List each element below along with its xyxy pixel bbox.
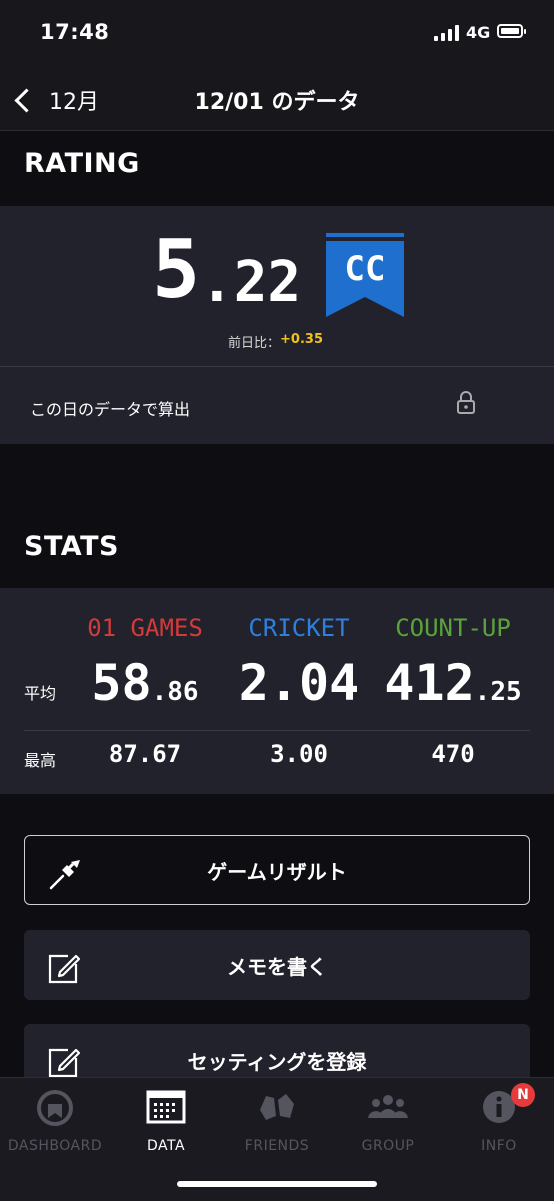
network-label: 4G [466,23,491,42]
divider [24,730,530,731]
page-title: 12/01 のデータ [194,90,360,115]
calc-basis-label: この日のデータで算出 [30,400,191,419]
rating-value-int: 5 [152,223,201,316]
home-indicator[interactable] [177,1181,377,1187]
tab-label: FRIENDS [244,1138,310,1154]
edit-icon [48,954,81,984]
tab-label: GROUP [361,1138,415,1154]
rating-section-title: RATING [24,148,140,179]
diff-value: +0.35 [280,332,323,347]
tab-data[interactable]: DATA [111,1088,221,1154]
dashboard-icon [37,1090,73,1126]
game-result-label: ゲームリザルト [207,859,347,884]
max-row-label: 最高 [24,751,57,770]
stat-col-countup: COUNT-UP [395,614,511,642]
friends-icon [260,1094,294,1120]
stat-max-countup: 470 [431,740,475,768]
write-memo-label: メモを書く [227,954,327,979]
stat-col-01games: 01 GAMES [87,614,203,642]
lock-icon[interactable] [456,390,476,414]
tab-info[interactable]: INFO [444,1088,554,1154]
stat-col-cricket: CRICKET [248,614,350,642]
tab-group[interactable]: GROUP [333,1088,443,1154]
group-icon [368,1095,408,1118]
dart-icon [49,860,80,890]
tab-label: DATA [146,1138,186,1154]
tab-dashboard[interactable]: DASHBOARD [0,1088,110,1154]
register-setting-label: セッティングを登録 [187,1050,367,1074]
rating-class-label: CC [344,249,386,289]
rating-value-dec: .22 [200,250,302,315]
stat-avg-countup: 412.25 [384,654,522,712]
game-result-button[interactable]: ゲームリザルト [24,835,530,905]
diff-label: 前日比： [228,336,281,351]
info-notification-badge: N [511,1083,535,1107]
stat-avg-01games: 58.86 [91,654,199,712]
battery-icon [497,24,526,38]
edit-icon [48,1048,81,1078]
tab-label: INFO [481,1138,517,1154]
stat-avg-cricket: 2.04 [238,654,360,712]
stat-max-cricket: 3.00 [270,740,328,768]
register-setting-button[interactable]: セッティングを登録 [24,1024,530,1078]
stats-section-title: STATS [24,531,119,562]
divider [0,366,554,367]
status-time: 17:48 [40,20,110,44]
stat-max-01games: 87.67 [108,740,182,768]
rating-diff: 前日比： +0.35 [228,332,323,351]
write-memo-button[interactable]: メモを書く [24,930,530,1000]
signal-icon [434,25,460,41]
avg-row-label: 平均 [24,684,57,703]
tab-friends[interactable]: FRIENDS [222,1088,332,1154]
calendar-icon [146,1090,186,1124]
tab-label: DASHBOARD [7,1138,103,1154]
